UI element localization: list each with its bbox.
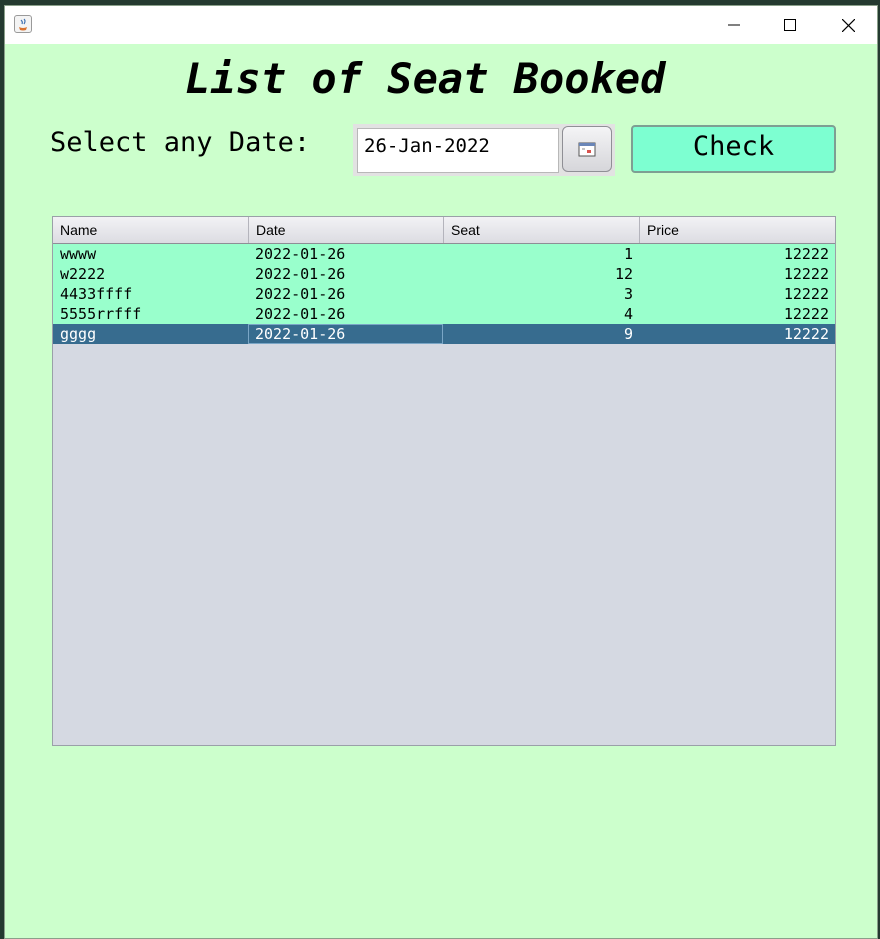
table-row-selected[interactable]: gggg 2022-01-26 9 12222 [53,324,835,344]
table-header: Name Date Seat Price [53,217,835,244]
cell-date: 2022-01-26 [255,285,346,303]
column-header-price[interactable]: Price [640,217,835,243]
cell-name: 5555rrfff [60,305,142,323]
calendar-icon [578,142,596,157]
column-header-seat[interactable]: Seat [444,217,640,243]
calendar-button[interactable] [562,126,612,172]
cell-name: wwww [60,245,97,263]
cell-name: 4433ffff [60,285,133,303]
cell-date: 2022-01-26 [255,265,346,283]
table-row[interactable]: w2222 2022-01-26 12 12222 [53,264,835,284]
cell-price: 12222 [783,285,829,303]
date-label: Select any Date: [50,127,311,158]
table-row[interactable]: 5555rrfff 2022-01-26 4 12222 [53,304,835,324]
cell-date: 2022-01-26 [255,245,346,263]
minimize-button[interactable] [711,6,757,44]
java-app-icon [14,15,32,33]
app-window: List of Seat Booked Select any Date: 26-… [4,5,878,939]
cell-price: 12222 [783,245,829,263]
column-header-date[interactable]: Date [249,217,444,243]
cell-seat: 12 [614,265,633,283]
cell-seat: 3 [623,285,633,303]
table-row[interactable]: 4433ffff 2022-01-26 3 12222 [53,284,835,304]
cell-date: 2022-01-26 [255,305,346,323]
cell-price: 12222 [783,265,829,283]
close-button[interactable] [825,6,871,44]
table-row[interactable]: wwww 2022-01-26 1 12222 [53,244,835,264]
cell-date: 2022-01-26 [248,324,443,344]
column-header-name[interactable]: Name [53,217,249,243]
date-field[interactable]: 26-Jan-2022 [357,128,559,173]
cell-seat: 4 [623,305,633,323]
check-button[interactable]: Check [631,125,836,173]
title-bar [5,6,877,44]
cell-name: w2222 [60,265,106,283]
cell-price: 12222 [783,325,829,343]
cell-name: gggg [60,325,97,343]
cell-seat: 9 [623,325,633,343]
bookings-table: Name Date Seat Price wwww 2022-01-26 1 1… [52,216,836,746]
page-title: List of Seat Booked [185,54,666,103]
cell-price: 12222 [783,305,829,323]
maximize-button[interactable] [767,6,813,44]
cell-seat: 1 [623,245,633,263]
